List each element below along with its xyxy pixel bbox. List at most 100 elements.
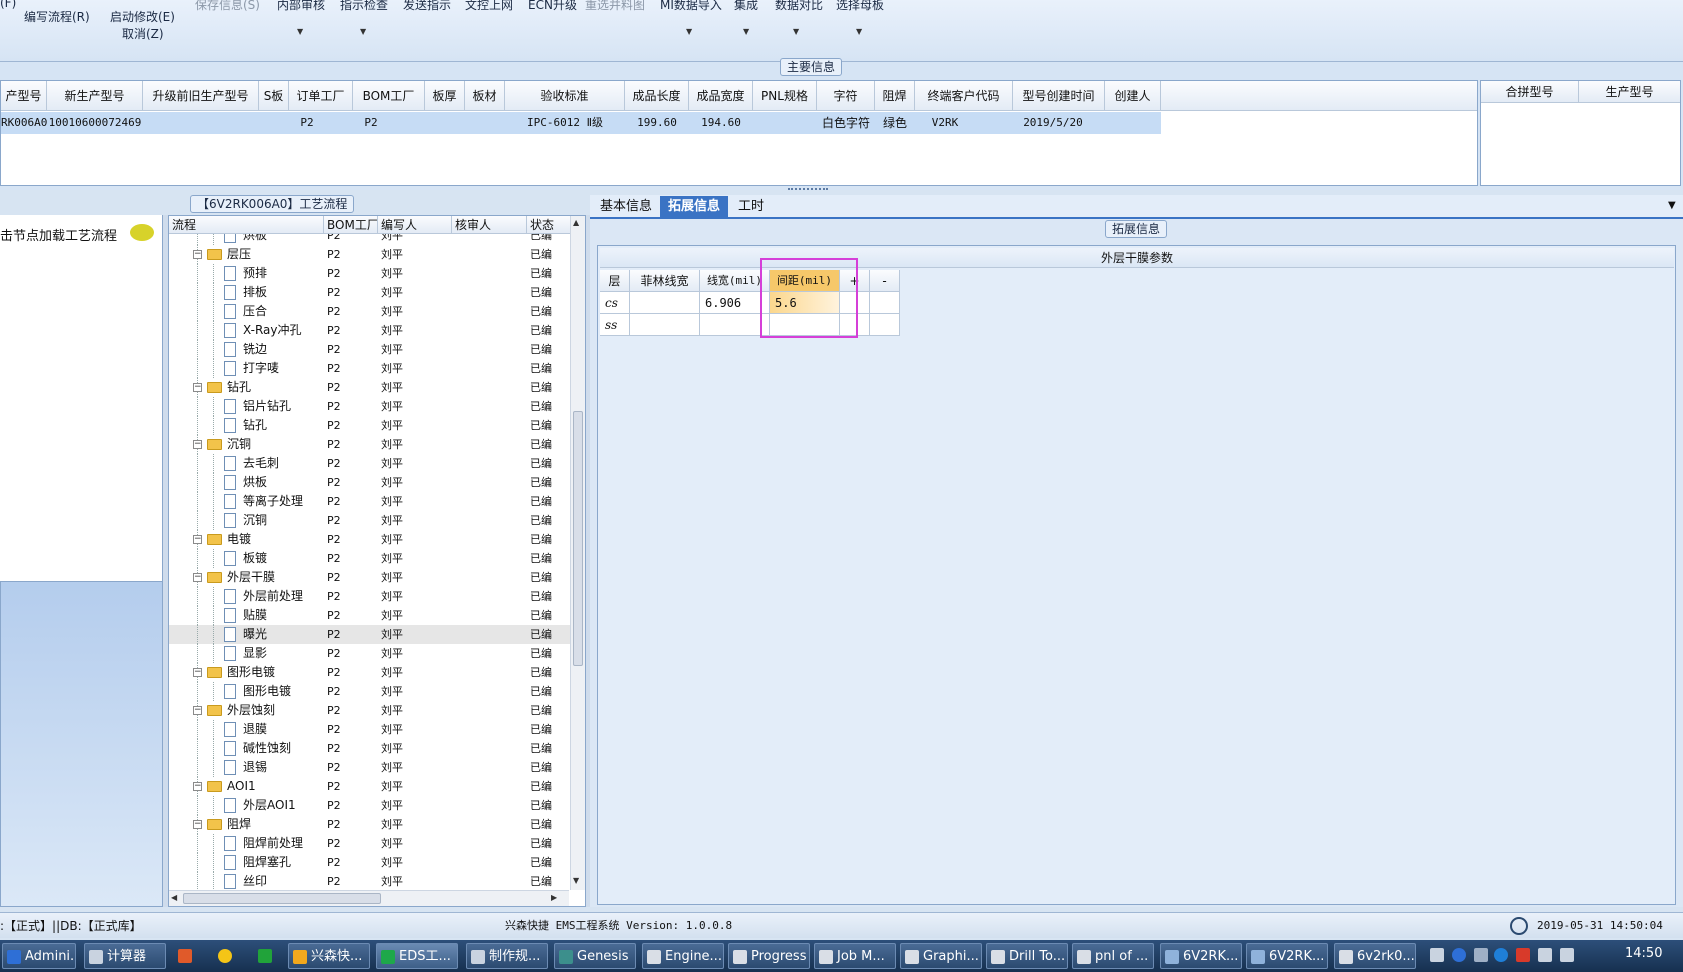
chevron-down-icon[interactable]: ▼	[297, 27, 303, 36]
tree-row[interactable]: 铝片钻孔 P2 刘平 已编	[169, 397, 571, 416]
taskbar-item-xingsen[interactable]: 兴森快...	[288, 943, 370, 969]
volume-icon[interactable]	[1560, 948, 1574, 962]
tree-row[interactable]: − 阻焊 P2 刘平 已编	[169, 815, 571, 834]
tree-row[interactable]: 打字唛 P2 刘平 已编	[169, 359, 571, 378]
table-cell[interactable]: 194.60	[689, 112, 753, 134]
table-cell[interactable]	[753, 112, 817, 134]
tree-row[interactable]: 阻焊前处理 P2 刘平 已编	[169, 834, 571, 853]
taskbar-item-job[interactable]: Job M...	[814, 943, 896, 969]
taskbar-item-6v2rk-3[interactable]: 6v2rk0...	[1334, 943, 1416, 969]
column-header[interactable]: 核审人	[452, 216, 527, 234]
tree-row[interactable]: − AOI1 P2 刘平 已编	[169, 777, 571, 796]
scroll-right-icon[interactable]: ▶	[551, 893, 557, 902]
flag-icon[interactable]	[1516, 948, 1530, 962]
taskbar-item-progress[interactable]: Progress	[728, 943, 810, 969]
column-header[interactable]: 流程	[169, 216, 324, 234]
column-header[interactable]: 板材	[465, 81, 505, 111]
scroll-up-icon[interactable]: ▲	[573, 218, 579, 227]
column-header[interactable]: S板	[259, 81, 289, 111]
scrollbar-thumb[interactable]	[183, 893, 381, 904]
column-header[interactable]: 产型号	[1, 81, 47, 111]
tree-row[interactable]: − 外层干膜 P2 刘平 已编	[169, 568, 571, 587]
tree-row[interactable]: 显影 P2 刘平 已编	[169, 644, 571, 663]
tree-row[interactable]: − 外层蚀刻 P2 刘平 已编	[169, 701, 571, 720]
table-cell[interactable]	[259, 112, 289, 134]
tree-row[interactable]: X-Ray冲孔 P2 刘平 已编	[169, 321, 571, 340]
taskbar-item-6v2rk-2[interactable]: 6V2RK...	[1246, 943, 1328, 969]
table-cell[interactable]	[870, 292, 900, 314]
tree-row[interactable]: 烘板 P2 刘平 已编	[169, 473, 571, 492]
column-header[interactable]: 成品宽度	[689, 81, 753, 111]
taskbar-item-eds[interactable]: EDS工...	[376, 943, 458, 969]
column-header[interactable]: 编写人	[378, 216, 452, 234]
column-header[interactable]: 订单工厂	[289, 81, 353, 111]
collapse-toggle-icon[interactable]: −	[193, 706, 202, 715]
excel-icon[interactable]	[258, 949, 272, 963]
tree-row[interactable]: 曝光 P2 刘平 已编	[169, 625, 571, 644]
column-header[interactable]: 字符	[817, 81, 875, 111]
chevron-down-icon[interactable]: ▼	[856, 27, 862, 36]
scrollbar-thumb[interactable]	[573, 411, 583, 666]
vertical-scrollbar[interactable]: ▲ ▼	[570, 216, 585, 890]
taskbar-item-calculator[interactable]: 计算器	[84, 943, 166, 969]
chevron-down-icon[interactable]: ▼	[686, 27, 692, 36]
taskbar-item-rules[interactable]: 制作规...	[466, 943, 548, 969]
column-header[interactable]: BOM工厂	[353, 81, 425, 111]
tree-row[interactable]: 退锡 P2 刘平 已编	[169, 758, 571, 777]
collapse-toggle-icon[interactable]: −	[193, 535, 202, 544]
table-cell[interactable]: P2	[353, 112, 389, 134]
layer-cell[interactable]: ss	[600, 314, 630, 336]
table-cell[interactable]: 白色字符	[817, 112, 875, 134]
chevron-down-icon[interactable]: ▼	[743, 27, 749, 36]
tree-row[interactable]: 退膜 P2 刘平 已编	[169, 720, 571, 739]
tab-extended-info[interactable]: 拓展信息	[660, 196, 729, 218]
column-header[interactable]: 合拼型号	[1481, 81, 1579, 103]
display-icon[interactable]	[1538, 948, 1552, 962]
table-cell[interactable]	[143, 112, 259, 134]
taskbar-item-6v2rk-1[interactable]: 6V2RK...	[1160, 943, 1242, 969]
collapse-toggle-icon[interactable]: −	[193, 383, 202, 392]
tree-row[interactable]: 碱性蚀刻 P2 刘平 已编	[169, 739, 571, 758]
send-instruction-button[interactable]: 发送指示	[403, 0, 451, 13]
taskbar-item-graphic[interactable]: Graphi...	[900, 943, 982, 969]
tree-row[interactable]: 阻焊塞孔 P2 刘平 已编	[169, 853, 571, 872]
taskbar-item-admin[interactable]: Admini...	[2, 943, 76, 969]
taskbar-item-drill[interactable]: Drill To...	[986, 943, 1068, 969]
tree-row[interactable]: 压合 P2 刘平 已编	[169, 302, 571, 321]
tree-row[interactable]: − 沉铜 P2 刘平 已编	[169, 435, 571, 454]
collapse-toggle-icon[interactable]: −	[193, 782, 202, 791]
tree-row[interactable]: − 图形电镀 P2 刘平 已编	[169, 663, 571, 682]
tree-row[interactable]: 图形电镀 P2 刘平 已编	[169, 682, 571, 701]
tree-row[interactable]: − 层压 P2 刘平 已编	[169, 245, 571, 264]
table-cell[interactable]	[630, 314, 700, 336]
column-header[interactable]: 升级前旧生产型号	[143, 81, 259, 111]
collapse-toggle-icon[interactable]: −	[193, 440, 202, 449]
splitter-handle[interactable]	[788, 188, 828, 192]
tab-basic-info[interactable]: 基本信息	[592, 196, 660, 218]
column-header[interactable]: BOM工厂	[324, 216, 378, 234]
column-header[interactable]: 阻焊	[875, 81, 915, 111]
menu-file-fragment[interactable]: (F)	[0, 0, 16, 10]
tree-row[interactable]: 贴膜 P2 刘平 已编	[169, 606, 571, 625]
mi-import-button[interactable]: MI数据导入	[660, 0, 722, 13]
reselect-material-button[interactable]: 重选并料图	[585, 0, 645, 13]
chevron-down-icon[interactable]: ▼	[793, 27, 799, 36]
table-cell[interactable]: P2	[289, 112, 325, 134]
table-cell[interactable]	[870, 314, 900, 336]
taskbar-item-genesis[interactable]: Genesis	[554, 943, 636, 969]
start-modify-button[interactable]: 启动修改(E)	[110, 8, 175, 25]
tree-row[interactable]: − 电镀 P2 刘平 已编	[169, 530, 571, 549]
column-header[interactable]: 新生产型号	[47, 81, 143, 111]
column-header[interactable]: 状态	[527, 216, 571, 234]
column-header[interactable]: 创建人	[1105, 81, 1161, 111]
taskbar-clock[interactable]: 14:50	[1625, 946, 1662, 961]
column-header[interactable]: 终端客户代码	[915, 81, 1013, 111]
column-header[interactable]: 成品长度	[625, 81, 689, 111]
internal-review-button[interactable]: 内部审核	[277, 0, 325, 13]
chevron-down-icon[interactable]: ▼	[360, 27, 366, 36]
column-header[interactable]: 验收标准	[505, 81, 625, 111]
data-compare-button[interactable]: 数据对比	[775, 0, 823, 13]
layer-cell[interactable]: cs	[600, 292, 630, 314]
column-header[interactable]: 生产型号	[1579, 81, 1680, 103]
tree-row[interactable]: 等离子处理 P2 刘平 已编	[169, 492, 571, 511]
